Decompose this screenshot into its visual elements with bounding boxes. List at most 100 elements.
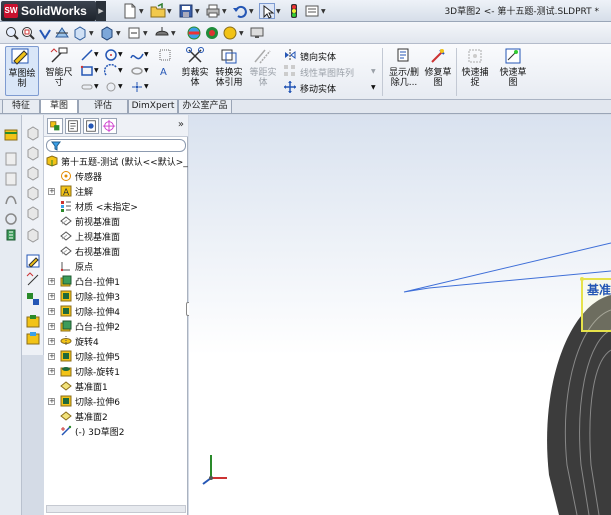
spline-dropdown-icon[interactable]: ▼ — [144, 51, 149, 58]
feature-filter-input[interactable] — [46, 139, 186, 152]
view-orientation-dropdown-icon[interactable]: ▼ — [89, 30, 95, 37]
spline-icon[interactable] — [130, 48, 144, 62]
tree-item[interactable]: + A 注解 — [44, 184, 188, 199]
save-icon[interactable] — [178, 3, 194, 19]
tree-root[interactable]: 第十五题-测试 (默认<<默认>_ — [44, 154, 188, 169]
app-logo[interactable]: SW SolidWorks — [1, 1, 96, 21]
zoom-fit-icon[interactable] — [4, 25, 20, 41]
rectangle-dropdown-icon[interactable]: ▼ — [94, 67, 99, 74]
offset-entities-button[interactable]: 等距实 体 — [247, 46, 279, 96]
print-dropdown-icon[interactable]: ▼ — [222, 8, 228, 15]
hide-show-icon[interactable] — [126, 25, 142, 41]
graphics-area[interactable]: 基准 — [189, 115, 611, 515]
new-dropdown-icon[interactable]: ▼ — [139, 8, 145, 15]
undo-dropdown-icon[interactable]: ▼ — [249, 8, 255, 15]
tab-features[interactable]: 特征 — [2, 100, 40, 114]
tree-item[interactable]: + 切除-拉伸5 — [44, 349, 188, 364]
tab-evaluate[interactable]: 评估 — [78, 100, 128, 114]
slot-dropdown-icon[interactable]: ▼ — [94, 83, 99, 90]
expand-toggle-icon[interactable]: + — [48, 293, 55, 300]
zoom-area-icon[interactable] — [20, 25, 36, 41]
tree-item[interactable]: 原点 — [44, 259, 188, 274]
edit-appearance-icon[interactable] — [154, 25, 170, 41]
tab-dimxpert[interactable]: DimXpert — [128, 100, 178, 114]
resources-icon[interactable] — [3, 151, 19, 167]
view-palette-icon[interactable] — [3, 211, 19, 227]
quick-snaps-button[interactable]: 快速捕 捉 — [458, 46, 492, 96]
view-orientation-icon[interactable] — [72, 25, 88, 41]
apply-scene-icon[interactable] — [186, 25, 202, 41]
tree-item[interactable]: 基准面2 — [44, 409, 188, 424]
point-icon[interactable] — [130, 80, 144, 94]
slot-icon[interactable] — [80, 80, 94, 94]
open-dropdown-icon[interactable]: ▼ — [167, 8, 173, 15]
tab-office-products[interactable]: 办公室产品 — [178, 100, 232, 114]
sketch-button[interactable]: 草图绘 制 — [5, 46, 39, 96]
line-dropdown-icon[interactable]: ▼ — [94, 51, 99, 58]
expand-toggle-icon[interactable]: + — [48, 338, 55, 345]
new-icon[interactable] — [122, 3, 138, 19]
monitor-icon[interactable] — [249, 25, 265, 41]
previous-view-icon[interactable] — [37, 25, 53, 41]
tab-sketch[interactable]: 草图 — [40, 100, 78, 114]
feature-tree-horizontal-scrollbar[interactable] — [46, 505, 186, 513]
curve-icon[interactable] — [3, 191, 19, 207]
tree-item[interactable]: 传感器 — [44, 169, 188, 184]
arc-icon[interactable] — [104, 64, 118, 78]
tree-item[interactable]: + 旋转4 — [44, 334, 188, 349]
cube-icon[interactable] — [25, 227, 41, 243]
expand-toggle-icon[interactable]: + — [48, 308, 55, 315]
tree-item[interactable]: + 凸台-拉伸1 — [44, 274, 188, 289]
linear-pattern-dropdown-icon[interactable]: ▼ — [371, 68, 376, 75]
smart-dimension-small-icon[interactable] — [25, 272, 41, 288]
arc-dropdown-icon[interactable]: ▼ — [118, 67, 123, 74]
ellipse-icon[interactable] — [130, 64, 144, 78]
edit-appearance-dropdown-icon[interactable]: ▼ — [171, 30, 177, 37]
collapse-panel-icon[interactable]: » — [178, 119, 184, 130]
trim-button[interactable]: 剪裁实 体 — [178, 46, 212, 96]
feature-tree-tab-icon[interactable] — [47, 118, 63, 134]
move-entities-button[interactable]: 移动实体 ▼ — [283, 80, 378, 96]
tree-item[interactable]: (-) 3D草图2 — [44, 424, 188, 439]
tree-item[interactable]: + 切除-拉伸3 — [44, 289, 188, 304]
dimxpert-manager-tab-icon[interactable] — [101, 118, 117, 134]
point-dropdown-icon[interactable]: ▼ — [144, 83, 149, 90]
expand-toggle-icon[interactable]: + — [48, 188, 55, 195]
sheet-metal-icon[interactable] — [25, 313, 41, 329]
select-dropdown-icon[interactable]: ▼ — [276, 8, 282, 15]
open-icon[interactable] — [150, 2, 166, 19]
display-delete-relations-button[interactable]: 显示/删 除几... — [385, 46, 423, 96]
tree-item[interactable]: + 凸台-拉伸2 — [44, 319, 188, 334]
line-icon[interactable] — [80, 48, 94, 62]
hide-show-dropdown-icon[interactable]: ▼ — [143, 30, 149, 37]
sketch-grid-icon[interactable] — [158, 48, 172, 62]
select-arrow-icon[interactable] — [259, 3, 275, 19]
rebuild-icon[interactable] — [286, 3, 302, 19]
tree-item[interactable]: + 切除-拉伸4 — [44, 304, 188, 319]
sketch-pencil-icon[interactable] — [25, 253, 41, 269]
cube-icon[interactable] — [25, 165, 41, 181]
fillet-icon[interactable] — [104, 80, 118, 94]
tree-item[interactable]: 材质 <未指定> — [44, 199, 188, 214]
relations-icon[interactable] — [25, 291, 41, 307]
weldments-icon[interactable] — [25, 330, 41, 346]
cube-icon[interactable] — [25, 145, 41, 161]
convert-entities-button[interactable]: 转换实 体引用 — [212, 46, 246, 96]
expand-toggle-icon[interactable]: + — [48, 323, 55, 330]
print-icon[interactable] — [205, 3, 221, 19]
tree-item[interactable]: 上视基准面 — [44, 229, 188, 244]
circle-icon[interactable] — [104, 48, 118, 62]
rapid-sketch-button[interactable]: 快速草 图 — [496, 46, 530, 96]
expand-toggle-icon[interactable]: + — [48, 353, 55, 360]
move-dropdown-icon[interactable]: ▼ — [371, 84, 376, 91]
ellipse-dropdown-icon[interactable]: ▼ — [144, 67, 149, 74]
menu-expand-arrow-icon[interactable]: ▶ — [96, 1, 106, 21]
display-style-dropdown-icon[interactable]: ▼ — [116, 30, 122, 37]
appearances-icon[interactable] — [3, 227, 19, 243]
cube-icon[interactable] — [25, 205, 41, 221]
smart-dimension-button[interactable]: 智能尺 寸 — [42, 46, 76, 96]
view-settings-dropdown-icon[interactable]: ▼ — [239, 30, 245, 37]
expand-toggle-icon[interactable]: + — [48, 398, 55, 405]
undo-icon[interactable] — [232, 3, 248, 19]
save-dropdown-icon[interactable]: ▼ — [195, 8, 201, 15]
